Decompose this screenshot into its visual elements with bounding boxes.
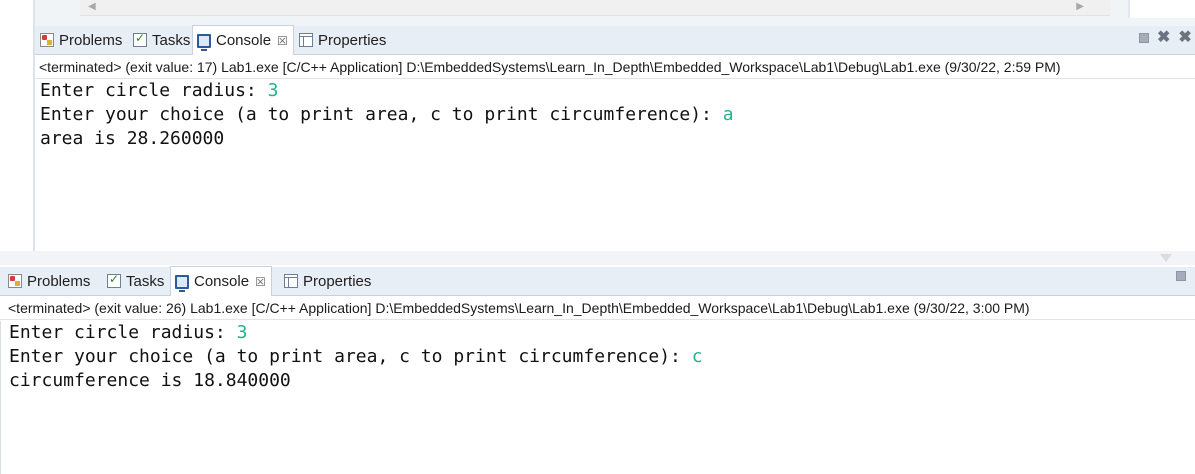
console-icon xyxy=(175,274,189,292)
tasks-icon xyxy=(133,31,147,47)
output-text: circumference is 18.840000 xyxy=(9,370,291,391)
close-tab-icon[interactable]: ☒ xyxy=(277,34,288,48)
remove-launch-icon[interactable]: ✖ xyxy=(1157,30,1170,46)
right-panel-edge xyxy=(1128,0,1195,18)
console-toolbar xyxy=(1176,271,1186,281)
properties-icon xyxy=(284,274,298,288)
scroll-left-arrow-icon[interactable]: ◀ xyxy=(88,1,96,13)
scroll-right-arrow-icon[interactable]: ▶ xyxy=(1076,1,1084,13)
tab-console[interactable]: Console ☒ xyxy=(192,25,294,55)
splitter-grip-icon[interactable] xyxy=(1160,254,1172,262)
tab-label: Console xyxy=(216,32,272,49)
tab-problems[interactable]: Problems xyxy=(8,267,90,295)
horizontal-scrollbar[interactable]: ◀ ▶ xyxy=(80,0,1110,16)
tab-label: Problems xyxy=(59,31,123,49)
console-line: Enter your choice (a to print area, c to… xyxy=(9,345,1195,369)
console-output[interactable]: Enter circle radius: 3 Enter your choice… xyxy=(35,79,1195,251)
output-text: Enter circle radius: xyxy=(40,80,268,101)
terminate-icon[interactable] xyxy=(1139,33,1149,43)
tab-label: Properties xyxy=(303,272,372,290)
remove-all-terminated-icon[interactable]: ✖ xyxy=(1178,30,1191,46)
output-text: Enter your choice (a to print area, c to… xyxy=(40,104,723,125)
left-gutter xyxy=(0,0,33,256)
console-status-line: <terminated> (exit value: 26) Lab1.exe [… xyxy=(0,296,1195,320)
tab-label: Properties xyxy=(318,31,387,49)
bottom-view-tab-bar: Problems Tasks Console ☒ Properties xyxy=(0,266,1195,296)
console-line: Enter circle radius: 3 xyxy=(40,79,1195,103)
console-line: area is 28.260000 xyxy=(40,127,1195,151)
tab-label: Tasks xyxy=(126,272,165,290)
tab-problems[interactable]: Problems xyxy=(40,26,122,54)
user-input-text: c xyxy=(691,346,703,367)
problems-icon xyxy=(8,274,22,288)
close-tab-icon[interactable]: ☒ xyxy=(255,275,266,289)
tab-tasks[interactable]: Tasks xyxy=(107,267,164,295)
top-view-tab-bar: Problems Tasks Console ☒ Properties ✖ ✖ xyxy=(35,25,1195,55)
tab-label: Tasks xyxy=(152,31,191,49)
user-input-text: 3 xyxy=(267,80,279,101)
properties-icon xyxy=(299,33,313,47)
console-line: Enter your choice (a to print area, c to… xyxy=(40,103,1195,127)
top-console-view: ◀ ▶ Problems Tasks Console ☒ Properties … xyxy=(0,0,1195,256)
console-status-line: <terminated> (exit value: 17) Lab1.exe [… xyxy=(35,55,1195,79)
view-splitter[interactable] xyxy=(0,251,1195,265)
tab-label: Problems xyxy=(27,272,91,290)
tab-tasks[interactable]: Tasks xyxy=(133,26,190,54)
console-toolbar: ✖ ✖ xyxy=(1139,30,1192,46)
problems-icon xyxy=(40,33,54,47)
console-line: Enter circle radius: 3 xyxy=(9,321,1195,345)
terminate-icon[interactable] xyxy=(1176,271,1186,281)
console-icon xyxy=(197,33,211,51)
output-text: area is 28.260000 xyxy=(40,128,225,149)
tasks-icon xyxy=(107,272,121,288)
console-line: circumference is 18.840000 xyxy=(9,369,1195,393)
bottom-console-view: Problems Tasks Console ☒ Properties <ter… xyxy=(0,265,1195,474)
output-text: Enter circle radius: xyxy=(9,322,237,343)
user-input-text: 3 xyxy=(236,322,248,343)
tab-properties[interactable]: Properties xyxy=(284,267,371,295)
console-output[interactable]: Enter circle radius: 3 Enter your choice… xyxy=(0,321,1195,474)
user-input-text: a xyxy=(722,104,734,125)
tab-label: Console xyxy=(194,273,250,290)
tab-properties[interactable]: Properties xyxy=(299,26,386,54)
tab-console[interactable]: Console ☒ xyxy=(170,266,272,296)
output-text: Enter your choice (a to print area, c to… xyxy=(9,346,692,367)
